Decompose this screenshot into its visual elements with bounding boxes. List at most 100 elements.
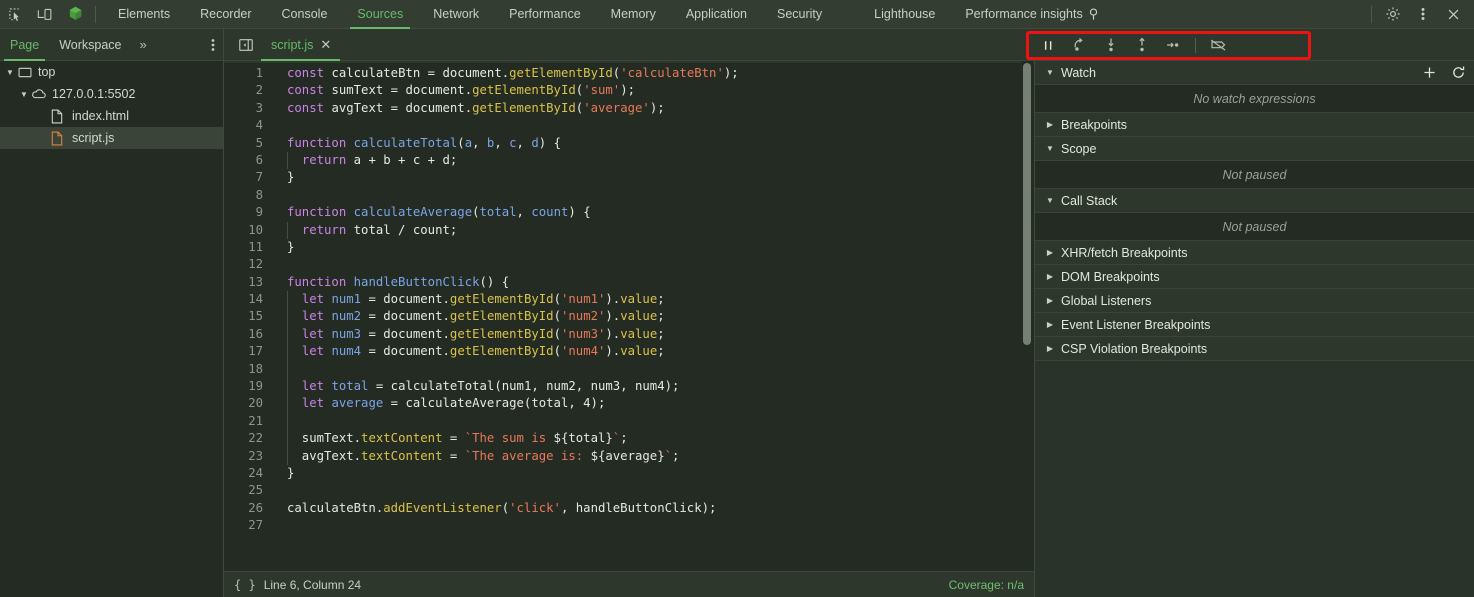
line-text[interactable] [271, 482, 1034, 499]
close-icon[interactable]: ✕ [320, 38, 331, 51]
chevron-down-icon[interactable]: ▼ [1043, 68, 1057, 77]
code-line[interactable]: 2 const sumText = document.getElementById… [224, 82, 1034, 99]
scrollbar-thumb[interactable] [1023, 63, 1031, 345]
code-line[interactable]: 26 calculateBtn.addEventListener('click',… [224, 500, 1034, 517]
chevron-right-icon[interactable]: ▶ [1043, 248, 1057, 257]
navigator-tab-workspace[interactable]: Workspace [49, 29, 131, 61]
tab-recorder[interactable]: Recorder [185, 0, 266, 29]
line-number[interactable]: 17 [224, 343, 271, 360]
code-line[interactable]: 19 let total = calculateTotal(num1, num2… [224, 378, 1034, 396]
line-text[interactable] [271, 117, 1034, 134]
code-line[interactable]: 4 [224, 117, 1034, 134]
line-number[interactable]: 19 [224, 378, 271, 395]
chevron-right-icon[interactable]: ▶ [1043, 120, 1057, 129]
line-number[interactable]: 7 [224, 169, 271, 186]
line-number[interactable]: 26 [224, 500, 271, 517]
close-devtools-icon[interactable] [1438, 0, 1468, 29]
tree-item-index-html[interactable]: index.html [0, 105, 223, 127]
debugger-section-event-listener-breakpoints[interactable]: ▶ Event Listener Breakpoints [1035, 313, 1474, 337]
line-text[interactable] [271, 517, 1034, 534]
code-line[interactable]: 14 let num1 = document.getElementById('n… [224, 291, 1034, 309]
line-number[interactable]: 9 [224, 204, 271, 221]
code-line[interactable]: 23 avgText.textContent = `The average is… [224, 447, 1034, 465]
line-text[interactable]: calculateBtn.addEventListener('click', h… [271, 500, 1034, 517]
code-line[interactable]: 25 [224, 482, 1034, 499]
line-text[interactable]: function calculateTotal(a, b, c, d) { [271, 135, 1034, 152]
navigator-tabs-overflow-icon[interactable]: » [132, 37, 153, 52]
code-line[interactable]: 27 [224, 517, 1034, 534]
tab-application[interactable]: Application [671, 0, 762, 29]
tab-security[interactable]: Security [762, 0, 837, 29]
debugger-section-global-listeners[interactable]: ▶ Global Listeners [1035, 289, 1474, 313]
deactivate-breakpoints-button[interactable] [1203, 32, 1234, 58]
line-number[interactable]: 14 [224, 291, 271, 308]
code-line[interactable]: 22 sumText.textContent = `The sum is ${t… [224, 430, 1034, 448]
line-number[interactable]: 6 [224, 152, 271, 169]
code-line[interactable]: 16 let num3 = document.getElementById('n… [224, 325, 1034, 344]
show-navigator-panel-icon[interactable] [231, 29, 261, 61]
line-text[interactable]: let num3 = document.getElementById('num3… [271, 325, 1034, 344]
twisty-icon[interactable]: ▼ [18, 90, 30, 99]
code-line[interactable]: 15 let num2 = document.getElementById('n… [224, 308, 1034, 326]
code-line[interactable]: 3 const avgText = document.getElementById… [224, 100, 1034, 117]
chevron-right-icon[interactable]: ▶ [1043, 344, 1057, 353]
code-line[interactable]: 13 function handleButtonClick() { [224, 274, 1034, 291]
pause-script-execution-button[interactable] [1033, 32, 1064, 58]
settings-gear-icon[interactable] [1378, 0, 1408, 29]
line-text[interactable]: } [271, 239, 1034, 256]
code-line[interactable]: 11} [224, 239, 1034, 256]
code-line[interactable]: 5 function calculateTotal(a, b, c, d) { [224, 135, 1034, 152]
line-text[interactable]: function handleButtonClick() { [271, 274, 1034, 291]
code-line[interactable]: 7} [224, 169, 1034, 186]
line-number[interactable]: 24 [224, 465, 271, 482]
line-number[interactable]: 21 [224, 413, 271, 430]
editor-tab-script-js[interactable]: script.js ✕ [261, 29, 341, 61]
line-number[interactable]: 22 [224, 430, 271, 447]
tab-network[interactable]: Network [418, 0, 494, 29]
debugger-section-csp-violation-breakpoints[interactable]: ▶ CSP Violation Breakpoints [1035, 337, 1474, 361]
code-editor[interactable]: 1 const calculateBtn = document.getElemen… [224, 61, 1034, 571]
device-toolbar-icon[interactable] [30, 0, 60, 29]
code-line[interactable]: 1 const calculateBtn = document.getElemen… [224, 65, 1034, 82]
line-text[interactable]: } [271, 465, 1034, 482]
line-text[interactable]: return total / count; [271, 221, 1034, 239]
line-text[interactable] [271, 187, 1034, 204]
line-number[interactable]: 16 [224, 326, 271, 343]
tab-performance[interactable]: Performance [494, 0, 596, 29]
step-into-next-function-call-button[interactable] [1095, 32, 1126, 58]
debugger-section-watch[interactable]: ▼ Watch [1035, 61, 1474, 85]
step-over-next-function-call-button[interactable] [1064, 32, 1095, 58]
line-number[interactable]: 15 [224, 308, 271, 325]
chevron-down-icon[interactable]: ▼ [1043, 144, 1057, 153]
code-line[interactable]: 20 let average = calculateAverage(total,… [224, 395, 1034, 413]
line-number[interactable]: 27 [224, 517, 271, 534]
code-line[interactable]: 18 [224, 360, 1034, 379]
debugger-section-scope[interactable]: ▼ Scope [1035, 137, 1474, 161]
code-line[interactable]: 6 return a + b + c + d; [224, 151, 1034, 170]
line-number[interactable]: 12 [224, 256, 271, 273]
tab-console[interactable]: Console [267, 0, 343, 29]
plus-icon[interactable] [1422, 65, 1437, 80]
line-text[interactable] [271, 360, 1034, 379]
twisty-icon[interactable]: ▼ [4, 68, 16, 77]
tab-elements[interactable]: Elements [103, 0, 185, 29]
navigator-more-options-button[interactable] [211, 29, 215, 61]
refresh-icon[interactable] [1451, 65, 1466, 80]
chevron-right-icon[interactable]: ▶ [1043, 320, 1057, 329]
line-text[interactable]: const sumText = document.getElementById(… [271, 82, 1034, 99]
line-text[interactable]: function calculateAverage(total, count) … [271, 204, 1034, 221]
debugger-section-call-stack[interactable]: ▼ Call Stack [1035, 189, 1474, 213]
line-number[interactable]: 23 [224, 448, 271, 465]
code-line[interactable]: 9 function calculateAverage(total, count)… [224, 204, 1034, 221]
code-line[interactable]: 17 let num4 = document.getElementById('n… [224, 343, 1034, 361]
line-text[interactable]: const calculateBtn = document.getElement… [271, 65, 1034, 82]
tab-memory[interactable]: Memory [596, 0, 671, 29]
line-text[interactable]: let total = calculateTotal(num1, num2, n… [271, 378, 1034, 396]
line-text[interactable]: return a + b + c + d; [271, 151, 1034, 170]
code-line[interactable]: 12 [224, 256, 1034, 273]
line-number[interactable]: 2 [224, 82, 271, 99]
line-number[interactable]: 18 [224, 361, 271, 378]
tree-item-top[interactable]: ▼ top [0, 61, 223, 83]
navigator-tab-page[interactable]: Page [0, 29, 49, 61]
code-line[interactable]: 8 [224, 187, 1034, 204]
